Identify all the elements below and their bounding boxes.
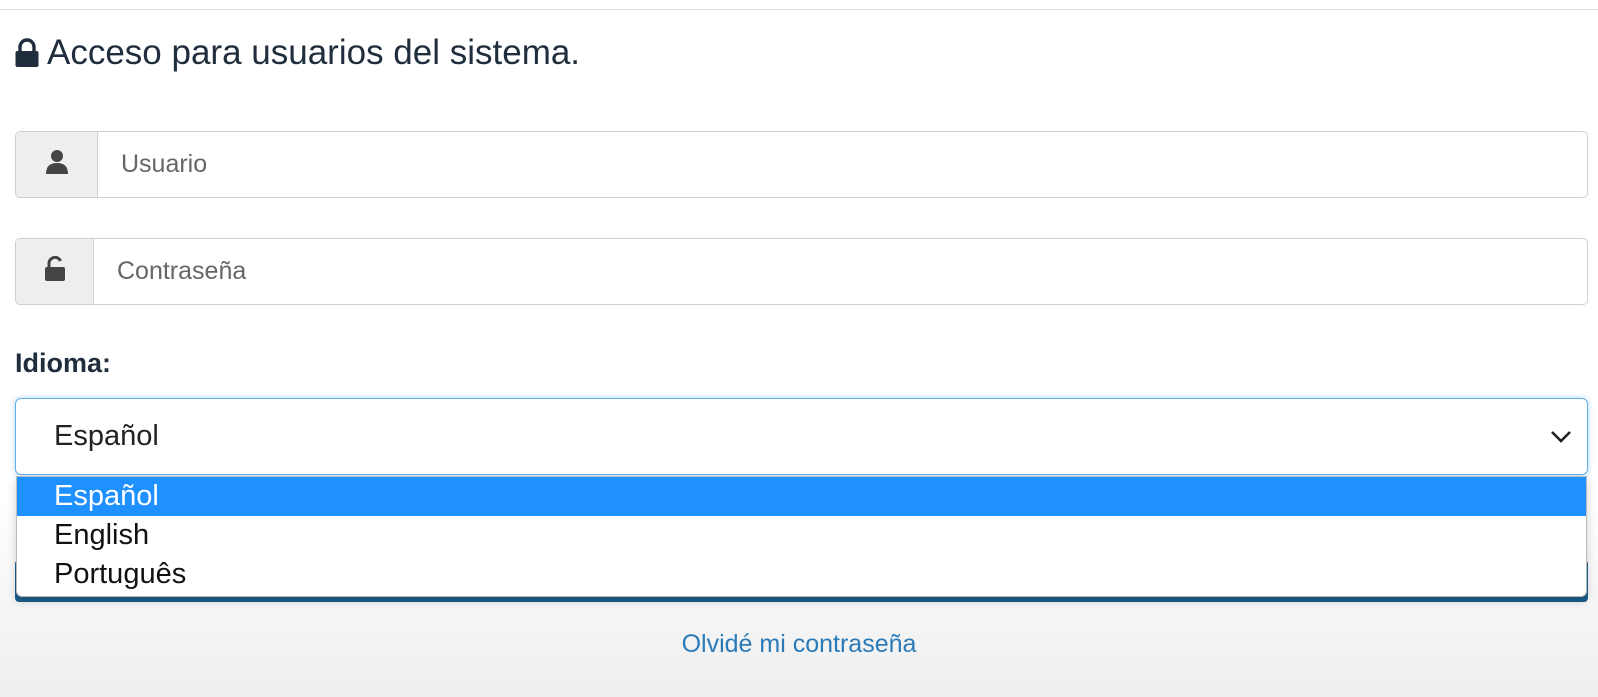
user-icon [45,149,69,180]
language-select[interactable]: Español [15,398,1588,475]
language-label: Idioma: [15,348,112,378]
language-dropdown-list: Español English Português [16,476,1587,597]
password-input-group [15,238,1588,305]
forgot-password-link[interactable]: Olvidé mi contraseña [0,630,1598,659]
username-input-group [15,131,1588,198]
language-option-portugues[interactable]: Português [17,555,1586,594]
password-addon [16,239,94,304]
username-input[interactable] [98,132,1587,197]
language-select-value: Español [54,420,159,452]
login-heading-text: Acceso para usuarios del sistema. [47,33,581,72]
language-option-english[interactable]: English [17,516,1586,555]
username-addon [16,132,98,197]
language-option-espanol[interactable]: Español [17,477,1586,516]
top-divider [0,9,1598,10]
password-input[interactable] [94,239,1587,304]
chevron-down-icon [1541,430,1581,444]
unlock-icon [44,255,66,287]
lock-icon [14,38,47,68]
login-page: Acceso para usuarios del sistema. Idioma… [0,0,1598,697]
login-heading: Acceso para usuarios del sistema. [14,30,580,76]
